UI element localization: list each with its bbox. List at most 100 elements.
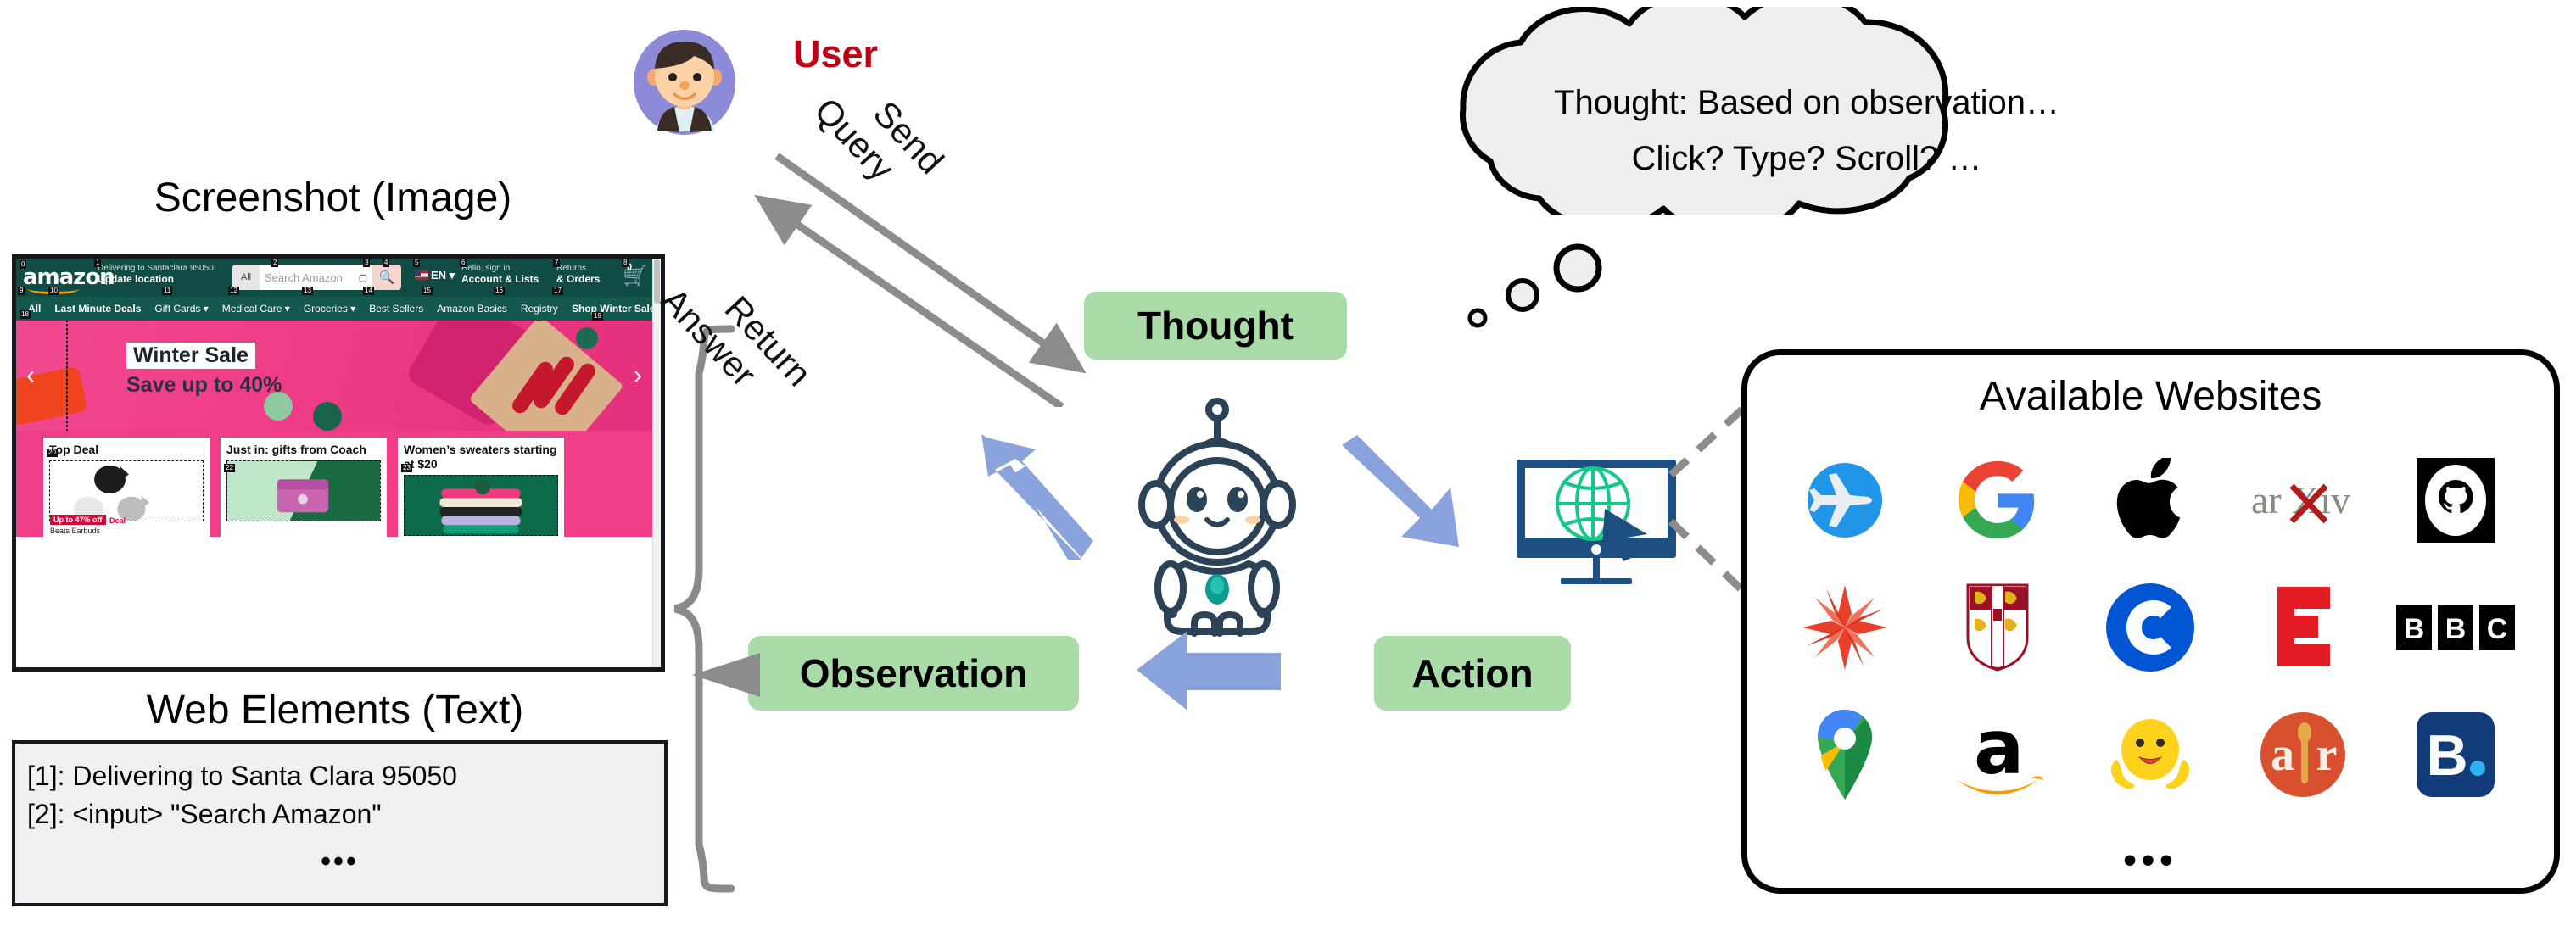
element-number: 20 [47, 449, 58, 457]
account-small: Hello, sign in [461, 264, 511, 273]
websites-ellipsis: ••• [2123, 839, 2178, 881]
thought-pill[interactable]: Thought [1084, 292, 1347, 360]
flights-icon[interactable] [1769, 437, 1921, 564]
action-pill[interactable]: Action [1374, 636, 1571, 711]
google-icon[interactable] [1921, 437, 2074, 564]
product-card-title: Women’s sweaters starting at $20 [404, 443, 557, 471]
product-card[interactable]: Just in: gifts from Coach 22 [221, 438, 387, 537]
element-number: 15 [422, 287, 433, 295]
coursera-icon[interactable] [2074, 564, 2227, 691]
wolframalpha-icon[interactable] [1769, 564, 1921, 691]
agent-to-browser-arrow [1342, 435, 1459, 547]
product-cards-row: Top Deal Up to 47% off Deal Beats Earbud… [16, 431, 661, 537]
page-scrollbar[interactable] [652, 259, 661, 667]
element-number: 5 [413, 259, 421, 267]
svg-text:r: r [2316, 728, 2338, 781]
hero-banner: Winter Sale Save up to 40% ‹ › [16, 321, 661, 431]
huggingface-icon[interactable] [2074, 691, 2227, 818]
product-card[interactable]: Top Deal Up to 47% off Deal Beats Earbud… [43, 438, 210, 537]
bbc-icon[interactable]: B B C [2379, 564, 2532, 691]
product-name: Beats Earbuds [50, 527, 101, 535]
screenshot-caption: Screenshot (Image) [154, 176, 512, 220]
returns-bold: & Orders [556, 273, 601, 285]
element-number: 9 [18, 287, 25, 295]
product-card-image [226, 460, 381, 521]
element-number: 18 [20, 310, 31, 319]
product-card-image [404, 475, 558, 536]
discount-badge: Up to 47% off [50, 515, 106, 525]
element-number: 23 [401, 464, 412, 472]
language-label: EN [431, 269, 447, 282]
thought-line-2: Click? Type? Scroll? … [1631, 140, 1982, 177]
web-elements-text-box: [1]: Delivering to Santa Clara 95050 [2]… [12, 740, 668, 906]
user-avatar [634, 30, 735, 135]
element-number: 13 [302, 287, 313, 295]
browser-screenshot-thumbnail: amazon Delivering to Santaclara 95050 Up… [12, 254, 665, 672]
booking-icon[interactable]: B [2379, 691, 2532, 818]
element-number: 8 [622, 259, 629, 267]
delivery-bold: Update location [98, 273, 175, 285]
search-icon[interactable]: 🔍 [372, 265, 401, 290]
amazon-nav-bar: All Last Minute Deals Gift Cards ▾ Medic… [16, 287, 661, 321]
observation-to-agent-arrow [981, 434, 1093, 560]
nav-item-registry[interactable]: Registry [514, 303, 565, 315]
nav-items: All Last Minute Deals Gift Cards ▾ Medic… [16, 297, 661, 321]
element-number: 11 [162, 287, 173, 295]
amazon-header: amazon Delivering to Santaclara 95050 Up… [16, 259, 661, 297]
svg-text:B: B [2445, 613, 2467, 645]
carousel-prev-icon[interactable]: ‹ [26, 361, 35, 390]
carousel-next-icon[interactable]: › [634, 361, 642, 390]
espn-icon[interactable] [2227, 564, 2379, 691]
product-card-title: Just in: gifts from Coach [226, 443, 366, 456]
allrecipes-icon[interactable]: a r [2227, 691, 2379, 818]
element-number: 2 [271, 259, 279, 267]
arxiv-icon[interactable]: ar Xiv [2227, 437, 2379, 564]
svg-text:ar: ar [2251, 478, 2282, 521]
thought-line-1: Thought: Based on observation… [1554, 84, 2059, 121]
action-to-agent-arrow [1137, 631, 1281, 711]
nav-item-gift-cards[interactable]: Gift Cards ▾ [148, 303, 215, 315]
product-card-image [49, 460, 204, 521]
account-menu[interactable]: Hello, sign in Account & Lists [461, 263, 539, 286]
svg-text:B: B [2404, 613, 2425, 645]
web-element-line: [1]: Delivering to Santa Clara 95050 [27, 761, 457, 791]
nav-item-shop-winter-sale[interactable]: Shop Winter Sale [565, 303, 661, 315]
nav-item-amazon-basics[interactable]: Amazon Basics [430, 303, 514, 315]
amazon-icon[interactable]: a [1921, 691, 2074, 818]
web-element-line: [2]: <input> "Search Amazon" [27, 799, 382, 829]
element-number: 7 [553, 259, 561, 267]
github-icon[interactable] [2379, 437, 2532, 564]
delivery-small: Delivering to Santaclara 95050 [98, 264, 214, 273]
returns-orders[interactable]: Returns & Orders [556, 263, 600, 286]
hero-title: Winter Sale [126, 343, 255, 369]
apple-icon[interactable] [2074, 437, 2227, 564]
google-maps-icon[interactable] [1769, 691, 1921, 818]
svg-text:a: a [2271, 728, 2294, 781]
element-number: 16 [494, 287, 505, 295]
nav-item-last-minute-deals[interactable]: Last Minute Deals [47, 303, 148, 315]
element-number: 12 [228, 287, 239, 295]
web-elements-ellipsis: ••• [321, 845, 359, 878]
search-bar[interactable]: All Search Amazon ▢ 🔍 [232, 265, 401, 290]
observation-pill[interactable]: Observation [748, 636, 1079, 711]
nav-item-best-sellers[interactable]: Best Sellers [362, 303, 430, 315]
product-card[interactable]: Women’s sweaters starting at $20 23 [398, 438, 564, 537]
web-elements-caption: Web Elements (Text) [146, 688, 524, 733]
element-number: 19 [592, 312, 603, 321]
delivery-location[interactable]: Delivering to Santaclara 95050 Update lo… [98, 263, 214, 286]
returns-small: Returns [556, 264, 587, 273]
svg-text:B: B [2426, 723, 2467, 788]
element-number: 1 [94, 259, 102, 267]
nav-item-medical-care[interactable]: Medical Care ▾ [215, 303, 297, 315]
website-logo-grid: ar Xiv B B C a a r B [1769, 437, 2532, 818]
hero-subtitle: Save up to 40% [126, 373, 282, 397]
user-label: User [793, 32, 879, 75]
element-number: 0 [20, 260, 27, 269]
send-query-arrow [774, 153, 1087, 374]
thought-bubble-text: Thought: Based on observation… Click? Ty… [1433, 75, 2180, 187]
language-selector[interactable]: EN ▾ [415, 269, 455, 282]
browser-globe-monitor-icon [1517, 460, 1676, 584]
cambridge-dictionary-icon[interactable] [1921, 564, 2074, 691]
nav-item-groceries[interactable]: Groceries ▾ [297, 303, 362, 315]
robot-agent-icon [1138, 398, 1296, 637]
